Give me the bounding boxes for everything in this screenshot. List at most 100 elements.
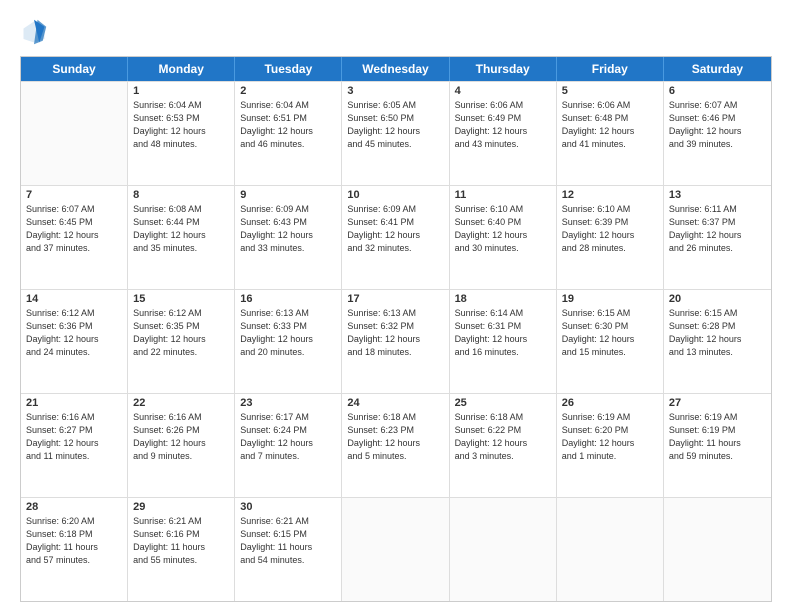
calendar-cell: 22Sunrise: 6:16 AMSunset: 6:26 PMDayligh… bbox=[128, 394, 235, 497]
calendar-cell: 27Sunrise: 6:19 AMSunset: 6:19 PMDayligh… bbox=[664, 394, 771, 497]
calendar-row-3: 21 Sunrise: 6:16 AMSunset: 6:27 PMDayligh… bbox=[21, 393, 771, 497]
calendar: SundayMondayTuesdayWednesdayThursdayFrid… bbox=[20, 56, 772, 602]
calendar-cell bbox=[21, 82, 128, 185]
cell-info: Sunrise: 6:17 AMSunset: 6:24 PMDaylight:… bbox=[240, 411, 336, 463]
calendar-cell: 24 Sunrise: 6:18 AMSunset: 6:23 PMDayligh… bbox=[342, 394, 449, 497]
cell-info: Sunrise: 6:18 AMSunset: 6:23 PMDaylight:… bbox=[347, 411, 443, 463]
calendar-cell bbox=[342, 498, 449, 601]
calendar-cell: 11Sunrise: 6:10 AMSunset: 6:40 PMDayligh… bbox=[450, 186, 557, 289]
calendar-cell: 9 Sunrise: 6:09 AMSunset: 6:43 PMDaylight… bbox=[235, 186, 342, 289]
cell-info: Sunrise: 6:10 AMSunset: 6:39 PMDaylight:… bbox=[562, 203, 658, 255]
day-header-monday: Monday bbox=[128, 57, 235, 81]
cell-info: Sunrise: 6:10 AMSunset: 6:40 PMDaylight:… bbox=[455, 203, 551, 255]
cell-info: Sunrise: 6:18 AMSunset: 6:22 PMDaylight:… bbox=[455, 411, 551, 463]
day-number: 12 bbox=[562, 189, 658, 201]
calendar-body: 1Sunrise: 6:04 AMSunset: 6:53 PMDaylight… bbox=[21, 81, 771, 601]
day-number: 14 bbox=[26, 293, 122, 305]
calendar-cell: 17Sunrise: 6:13 AMSunset: 6:32 PMDayligh… bbox=[342, 290, 449, 393]
calendar-cell: 5 Sunrise: 6:06 AMSunset: 6:48 PMDaylight… bbox=[557, 82, 664, 185]
day-number: 26 bbox=[562, 397, 658, 409]
calendar-cell: 29 Sunrise: 6:21 AMSunset: 6:16 PMDayligh… bbox=[128, 498, 235, 601]
day-header-saturday: Saturday bbox=[664, 57, 771, 81]
day-header-wednesday: Wednesday bbox=[342, 57, 449, 81]
day-number: 22 bbox=[133, 397, 229, 409]
calendar-cell: 18 Sunrise: 6:14 AMSunset: 6:31 PMDayligh… bbox=[450, 290, 557, 393]
day-number: 28 bbox=[26, 501, 122, 513]
calendar-cell: 8 Sunrise: 6:08 AMSunset: 6:44 PMDaylight… bbox=[128, 186, 235, 289]
day-number: 4 bbox=[455, 85, 551, 97]
cell-info: Sunrise: 6:07 AMSunset: 6:45 PMDaylight:… bbox=[26, 203, 122, 255]
day-number: 20 bbox=[669, 293, 766, 305]
day-number: 24 bbox=[347, 397, 443, 409]
calendar-cell: 15 Sunrise: 6:12 AMSunset: 6:35 PMDayligh… bbox=[128, 290, 235, 393]
cell-info: Sunrise: 6:09 AMSunset: 6:41 PMDaylight:… bbox=[347, 203, 443, 255]
calendar-row-1: 7 Sunrise: 6:07 AMSunset: 6:45 PMDaylight… bbox=[21, 185, 771, 289]
cell-info: Sunrise: 6:09 AMSunset: 6:43 PMDaylight:… bbox=[240, 203, 336, 255]
calendar-cell bbox=[664, 498, 771, 601]
day-number: 9 bbox=[240, 189, 336, 201]
cell-info: Sunrise: 6:08 AMSunset: 6:44 PMDaylight:… bbox=[133, 203, 229, 255]
calendar-cell: 28 Sunrise: 6:20 AMSunset: 6:18 PMDayligh… bbox=[21, 498, 128, 601]
day-number: 3 bbox=[347, 85, 443, 97]
calendar-cell: 25 Sunrise: 6:18 AMSunset: 6:22 PMDayligh… bbox=[450, 394, 557, 497]
cell-info: Sunrise: 6:13 AMSunset: 6:33 PMDaylight:… bbox=[240, 307, 336, 359]
day-number: 18 bbox=[455, 293, 551, 305]
calendar-cell: 1Sunrise: 6:04 AMSunset: 6:53 PMDaylight… bbox=[128, 82, 235, 185]
calendar-cell: 30 Sunrise: 6:21 AMSunset: 6:15 PMDayligh… bbox=[235, 498, 342, 601]
calendar-cell: 21 Sunrise: 6:16 AMSunset: 6:27 PMDayligh… bbox=[21, 394, 128, 497]
cell-info: Sunrise: 6:04 AMSunset: 6:53 PMDaylight:… bbox=[133, 99, 229, 151]
calendar-cell: 26 Sunrise: 6:19 AMSunset: 6:20 PMDayligh… bbox=[557, 394, 664, 497]
day-number: 19 bbox=[562, 293, 658, 305]
calendar-header: SundayMondayTuesdayWednesdayThursdayFrid… bbox=[21, 57, 771, 81]
day-number: 15 bbox=[133, 293, 229, 305]
calendar-row-2: 14 Sunrise: 6:12 AMSunset: 6:36 PMDayligh… bbox=[21, 289, 771, 393]
day-number: 10 bbox=[347, 189, 443, 201]
day-number: 13 bbox=[669, 189, 766, 201]
calendar-row-4: 28 Sunrise: 6:20 AMSunset: 6:18 PMDayligh… bbox=[21, 497, 771, 601]
calendar-cell bbox=[557, 498, 664, 601]
cell-info: Sunrise: 6:06 AMSunset: 6:48 PMDaylight:… bbox=[562, 99, 658, 151]
day-header-tuesday: Tuesday bbox=[235, 57, 342, 81]
page: SundayMondayTuesdayWednesdayThursdayFrid… bbox=[0, 0, 792, 612]
cell-info: Sunrise: 6:07 AMSunset: 6:46 PMDaylight:… bbox=[669, 99, 766, 151]
logo-icon bbox=[20, 18, 48, 46]
day-number: 7 bbox=[26, 189, 122, 201]
day-number: 16 bbox=[240, 293, 336, 305]
day-number: 29 bbox=[133, 501, 229, 513]
day-number: 25 bbox=[455, 397, 551, 409]
cell-info: Sunrise: 6:16 AMSunset: 6:27 PMDaylight:… bbox=[26, 411, 122, 463]
day-header-sunday: Sunday bbox=[21, 57, 128, 81]
calendar-cell: 10 Sunrise: 6:09 AMSunset: 6:41 PMDayligh… bbox=[342, 186, 449, 289]
calendar-cell: 6 Sunrise: 6:07 AMSunset: 6:46 PMDaylight… bbox=[664, 82, 771, 185]
cell-info: Sunrise: 6:13 AMSunset: 6:32 PMDaylight:… bbox=[347, 307, 443, 359]
cell-info: Sunrise: 6:12 AMSunset: 6:36 PMDaylight:… bbox=[26, 307, 122, 359]
cell-info: Sunrise: 6:11 AMSunset: 6:37 PMDaylight:… bbox=[669, 203, 766, 255]
day-number: 23 bbox=[240, 397, 336, 409]
day-header-friday: Friday bbox=[557, 57, 664, 81]
calendar-cell: 12 Sunrise: 6:10 AMSunset: 6:39 PMDayligh… bbox=[557, 186, 664, 289]
calendar-cell: 13 Sunrise: 6:11 AMSunset: 6:37 PMDayligh… bbox=[664, 186, 771, 289]
header bbox=[20, 18, 772, 46]
day-number: 2 bbox=[240, 85, 336, 97]
calendar-cell: 19 Sunrise: 6:15 AMSunset: 6:30 PMDayligh… bbox=[557, 290, 664, 393]
day-number: 21 bbox=[26, 397, 122, 409]
day-number: 5 bbox=[562, 85, 658, 97]
cell-info: Sunrise: 6:19 AMSunset: 6:19 PMDaylight:… bbox=[669, 411, 766, 463]
day-number: 30 bbox=[240, 501, 336, 513]
calendar-cell: 7 Sunrise: 6:07 AMSunset: 6:45 PMDaylight… bbox=[21, 186, 128, 289]
cell-info: Sunrise: 6:21 AMSunset: 6:15 PMDaylight:… bbox=[240, 515, 336, 567]
cell-info: Sunrise: 6:15 AMSunset: 6:28 PMDaylight:… bbox=[669, 307, 766, 359]
calendar-cell bbox=[450, 498, 557, 601]
day-number: 8 bbox=[133, 189, 229, 201]
cell-info: Sunrise: 6:06 AMSunset: 6:49 PMDaylight:… bbox=[455, 99, 551, 151]
cell-info: Sunrise: 6:15 AMSunset: 6:30 PMDaylight:… bbox=[562, 307, 658, 359]
cell-info: Sunrise: 6:20 AMSunset: 6:18 PMDaylight:… bbox=[26, 515, 122, 567]
calendar-cell: 2Sunrise: 6:04 AMSunset: 6:51 PMDaylight… bbox=[235, 82, 342, 185]
cell-info: Sunrise: 6:14 AMSunset: 6:31 PMDaylight:… bbox=[455, 307, 551, 359]
cell-info: Sunrise: 6:19 AMSunset: 6:20 PMDaylight:… bbox=[562, 411, 658, 463]
cell-info: Sunrise: 6:12 AMSunset: 6:35 PMDaylight:… bbox=[133, 307, 229, 359]
calendar-cell: 16 Sunrise: 6:13 AMSunset: 6:33 PMDayligh… bbox=[235, 290, 342, 393]
day-header-thursday: Thursday bbox=[450, 57, 557, 81]
cell-info: Sunrise: 6:21 AMSunset: 6:16 PMDaylight:… bbox=[133, 515, 229, 567]
day-number: 6 bbox=[669, 85, 766, 97]
